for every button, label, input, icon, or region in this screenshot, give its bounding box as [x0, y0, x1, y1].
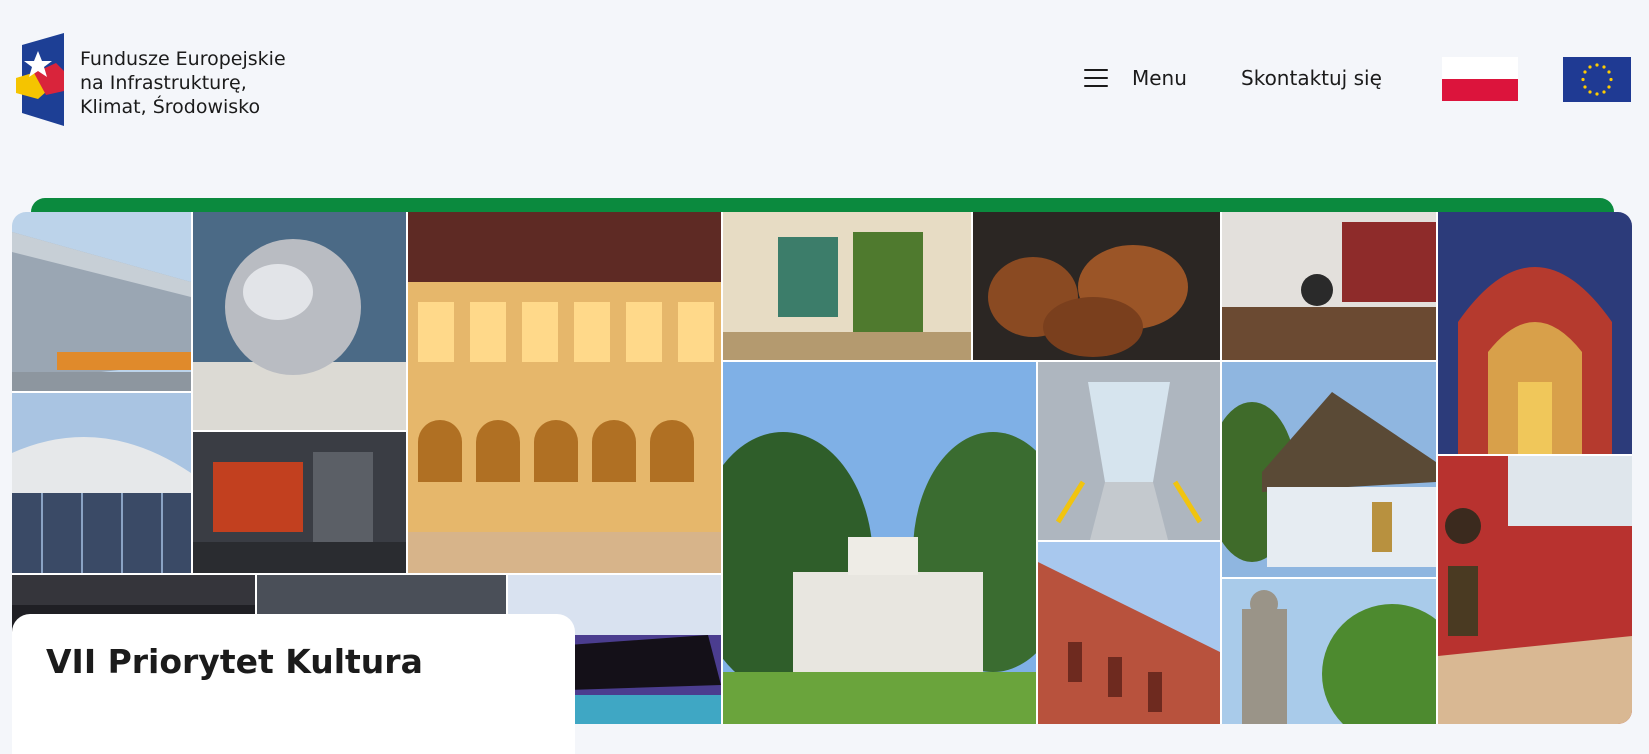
photo-glass-atrium [1038, 362, 1220, 540]
logo-line-3: Klimat, Środowisko [80, 96, 261, 118]
hamburger-icon [1084, 69, 1108, 88]
contact-link[interactable]: Skontaktuj się [1241, 60, 1382, 96]
poland-flag-icon[interactable] [1442, 57, 1518, 101]
photo-glass-facade [12, 393, 191, 573]
page-title: VII Priorytet Kultura [46, 642, 423, 681]
logo-line-2: na Infrastrukturę, [80, 72, 247, 94]
eu-funds-logo[interactable]: Fundusze Europejskie na Infrastrukturę, … [16, 33, 286, 128]
menu-label: Menu [1132, 66, 1187, 90]
photo-restoration-desk [1222, 212, 1436, 360]
contact-label: Skontaktuj się [1241, 66, 1382, 90]
photo-green-corridor [723, 212, 971, 360]
logo-text: Fundusze Europejskie na Infrastrukturę, … [80, 47, 286, 119]
photo-brick-building [1038, 542, 1220, 724]
photo-church-interior [1438, 212, 1632, 454]
photo-cellos [973, 212, 1220, 360]
photo-palace-park [723, 362, 1036, 724]
photo-modern-building [12, 212, 191, 391]
photo-thatched-cottage [1222, 362, 1436, 577]
photo-museum-gallery [1438, 456, 1632, 724]
photo-castle-courtyard [408, 212, 721, 573]
photo-statue-garden [1222, 579, 1436, 724]
eu-flag-icon[interactable] [1563, 57, 1631, 102]
photo-planetarium-sphere [193, 212, 406, 430]
eu-funds-logo-icon [16, 33, 64, 126]
menu-button[interactable]: Menu [1084, 60, 1187, 96]
banner-title-card: VII Priorytet Kultura [12, 614, 575, 754]
photo-industrial-interior [193, 432, 406, 573]
logo-line-1: Fundusze Europejskie [80, 48, 286, 70]
